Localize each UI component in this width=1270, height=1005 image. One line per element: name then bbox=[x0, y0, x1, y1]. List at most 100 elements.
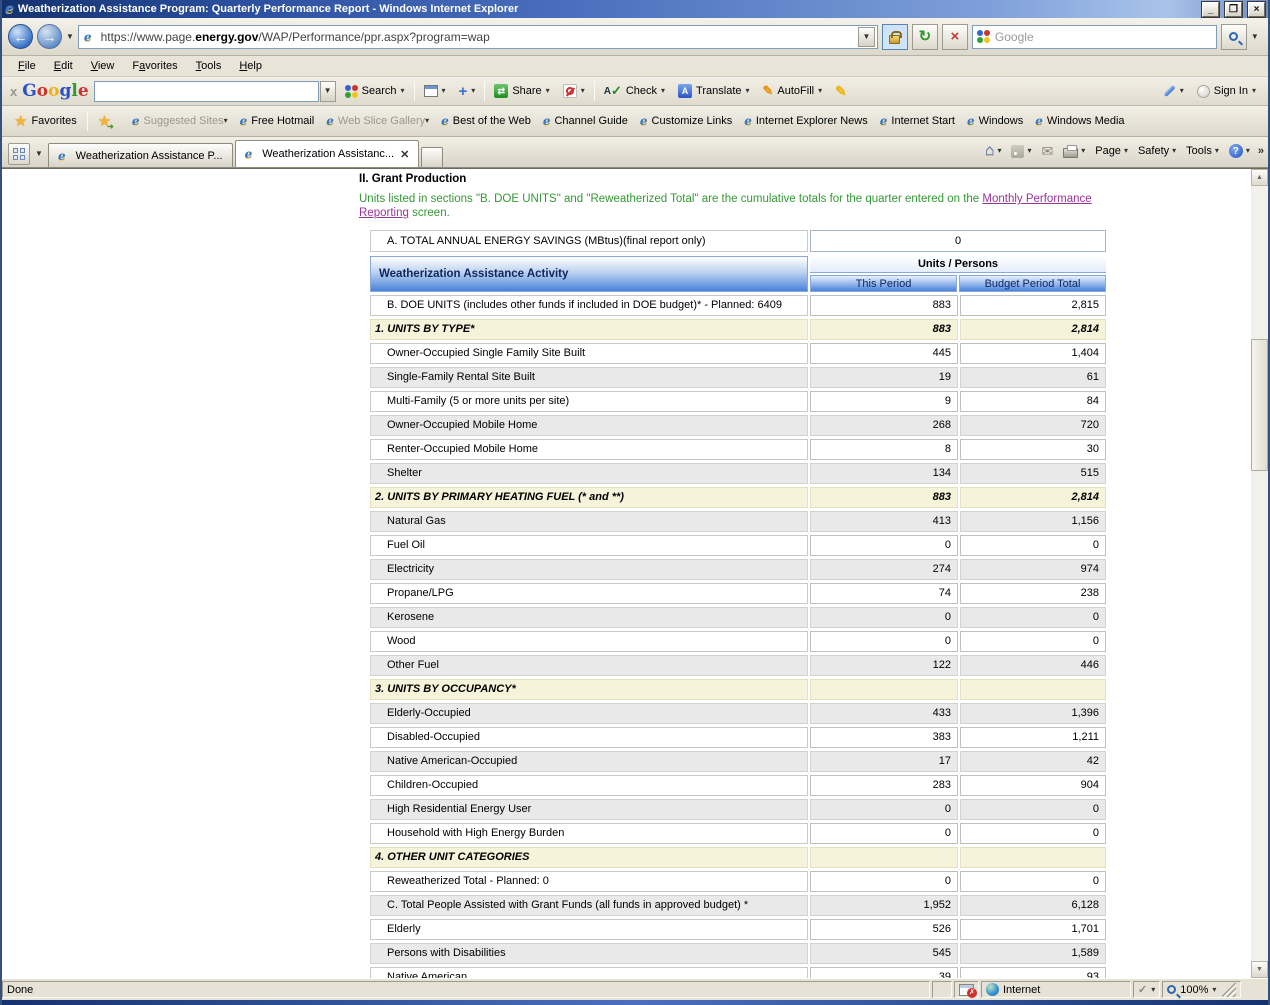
favorites-button[interactable]: ★ Favorites bbox=[10, 112, 81, 131]
google-search-caret-icon[interactable]: ▼ bbox=[320, 81, 336, 102]
stop-button[interactable]: × bbox=[942, 24, 968, 50]
value-budget-period-total: 238 bbox=[960, 583, 1106, 604]
home-button[interactable]: ⌂▾ bbox=[983, 140, 1004, 162]
value-this-period: 0 bbox=[810, 607, 958, 628]
tab-close-icon[interactable]: ✕ bbox=[400, 148, 409, 161]
google-favicon-icon bbox=[977, 30, 990, 43]
sign-in-button[interactable]: Sign In▾ bbox=[1193, 83, 1260, 100]
value-budget-period-total: 1,701 bbox=[960, 919, 1106, 940]
value-budget-period-total: 0 bbox=[960, 631, 1106, 652]
refresh-button[interactable]: ↻ bbox=[912, 24, 938, 50]
favorites-link[interactable]: eWindows Media bbox=[1031, 112, 1128, 130]
search-options-caret-icon[interactable]: ▼ bbox=[1251, 33, 1259, 41]
value-this-period: 1,952 bbox=[810, 895, 958, 916]
add-gadget-button[interactable]: +▾ bbox=[455, 81, 480, 102]
favorites-link[interactable]: eBest of the Web bbox=[437, 112, 535, 130]
ie-icon: e bbox=[880, 115, 888, 127]
value-this-period: 883 bbox=[810, 487, 958, 508]
favorites-link-label: Web Slice Gallery bbox=[338, 115, 425, 127]
favorites-link[interactable]: eSuggested Sites ▾ bbox=[128, 112, 232, 130]
minimize-button[interactable]: _ bbox=[1202, 2, 1219, 17]
forward-button[interactable]: → bbox=[37, 24, 62, 49]
menu-item-tools[interactable]: Tools bbox=[188, 57, 230, 75]
autofill-button[interactable]: ✎ AutoFill▾ bbox=[759, 82, 827, 100]
add-to-favorites-button[interactable]: ★ bbox=[94, 112, 122, 131]
energy-savings-input[interactable]: 0 bbox=[810, 230, 1106, 252]
toolbar-close-icon[interactable]: x bbox=[10, 84, 17, 99]
popup-blocker-button[interactable]: ▾ bbox=[420, 83, 450, 99]
tab-list-caret-icon[interactable]: ▼ bbox=[32, 143, 46, 165]
google-search-input[interactable] bbox=[94, 81, 319, 102]
ie-icon: e bbox=[744, 115, 752, 127]
value-budget-period-total: 0 bbox=[960, 871, 1106, 892]
favorites-link[interactable]: eInternet Explorer News bbox=[740, 112, 872, 130]
safety-menu-button[interactable]: Safety▾ bbox=[1136, 142, 1178, 160]
search-go-button[interactable] bbox=[1221, 24, 1247, 50]
favorites-link[interactable]: eFree Hotmail bbox=[236, 112, 319, 130]
value-budget-period-total: 2,814 bbox=[960, 487, 1106, 508]
menu-item-favorites[interactable]: Favorites bbox=[124, 57, 185, 75]
scroll-down-button[interactable]: ▼ bbox=[1251, 961, 1268, 978]
help-button[interactable]: ?▾ bbox=[1227, 141, 1252, 161]
resize-grip[interactable] bbox=[1222, 983, 1236, 997]
table-row: B. DOE UNITS (includes other funds if in… bbox=[370, 295, 1106, 316]
help-icon: ? bbox=[1229, 144, 1243, 158]
favorites-link-label: Windows bbox=[979, 115, 1024, 127]
table-row: Propane/LPG74238 bbox=[370, 583, 1106, 604]
security-lock-button[interactable] bbox=[882, 24, 908, 50]
print-button[interactable]: ▾ bbox=[1061, 142, 1087, 161]
menu-item-file[interactable]: File bbox=[10, 57, 44, 75]
close-button[interactable]: × bbox=[1248, 2, 1265, 17]
share-button[interactable]: ⇄ Share▾ bbox=[490, 82, 553, 100]
row-label: Propane/LPG bbox=[370, 583, 808, 604]
url-field[interactable]: e https://www.page.energy.gov/WAP/Perfor… bbox=[78, 25, 878, 49]
menu-item-edit[interactable]: Edit bbox=[46, 57, 81, 75]
favorites-link[interactable]: eWeb Slice Gallery ▾ bbox=[322, 112, 433, 130]
toolbar-overflow-chevron[interactable]: » bbox=[1258, 145, 1264, 157]
google-favicon-icon bbox=[345, 85, 358, 98]
quick-tabs-button[interactable] bbox=[8, 143, 30, 165]
toolbar-options-button[interactable]: ▾ bbox=[1159, 85, 1188, 97]
value-this-period: 17 bbox=[810, 751, 958, 772]
google-search-button[interactable]: Search ▾ bbox=[341, 83, 409, 100]
row-label: Multi-Family (5 or more units per site) bbox=[370, 391, 808, 412]
value-this-period: 134 bbox=[810, 463, 958, 484]
inprivate-panel[interactable]: ✓▾ bbox=[1133, 981, 1160, 998]
menu-item-help[interactable]: Help bbox=[231, 57, 270, 75]
tab-active[interactable]: e Weatherization Assistanc... ✕ bbox=[235, 140, 420, 167]
row-label: Natural Gas bbox=[370, 511, 808, 532]
scrollbar-thumb[interactable] bbox=[1251, 339, 1268, 471]
favorites-link[interactable]: eCustomize Links bbox=[636, 112, 736, 130]
vertical-scrollbar[interactable]: ▲ ▼ bbox=[1251, 169, 1268, 978]
new-tab-stub[interactable] bbox=[421, 147, 443, 167]
page-menu-button[interactable]: Page▾ bbox=[1093, 142, 1130, 160]
favorites-link[interactable]: eChannel Guide bbox=[539, 112, 632, 130]
tools-menu-button[interactable]: Tools▾ bbox=[1184, 142, 1221, 160]
table-row: Native American-Occupied1742 bbox=[370, 751, 1106, 772]
zoom-panel[interactable]: 100% ▾ bbox=[1162, 981, 1241, 998]
tab-inactive[interactable]: e Weatherization Assistance P... bbox=[48, 143, 233, 167]
highlighter-button[interactable]: ✎ bbox=[831, 82, 851, 100]
translate-icon: A bbox=[678, 84, 692, 98]
window-icon bbox=[424, 85, 438, 97]
blocked-content-button[interactable]: ▾ bbox=[559, 82, 589, 100]
ie-icon: e bbox=[967, 115, 975, 127]
value-budget-period-total: 720 bbox=[960, 415, 1106, 436]
maximize-button[interactable]: ❐ bbox=[1225, 2, 1242, 17]
favorites-label: Favorites bbox=[31, 115, 76, 127]
translate-button[interactable]: A Translate▾ bbox=[674, 82, 753, 100]
ie-icon: e bbox=[240, 115, 248, 127]
checkmark-icon: ✓ bbox=[1138, 983, 1147, 996]
scroll-up-button[interactable]: ▲ bbox=[1251, 169, 1268, 186]
read-mail-button[interactable]: ✉ bbox=[1039, 141, 1055, 161]
search-input[interactable]: Google bbox=[972, 25, 1217, 49]
ie-icon: e bbox=[441, 115, 449, 127]
recent-pages-caret-icon[interactable]: ▼ bbox=[66, 33, 74, 41]
spellcheck-button[interactable]: A✓ Check▾ bbox=[600, 82, 669, 100]
favorites-link[interactable]: e Windows bbox=[963, 112, 1027, 130]
menu-item-view[interactable]: View bbox=[83, 57, 123, 75]
favorites-link[interactable]: eInternet Start bbox=[876, 112, 959, 130]
feeds-button[interactable]: ▾ bbox=[1009, 142, 1033, 161]
url-dropdown-button[interactable]: ▼ bbox=[858, 27, 875, 47]
back-button[interactable]: ← bbox=[8, 24, 33, 49]
